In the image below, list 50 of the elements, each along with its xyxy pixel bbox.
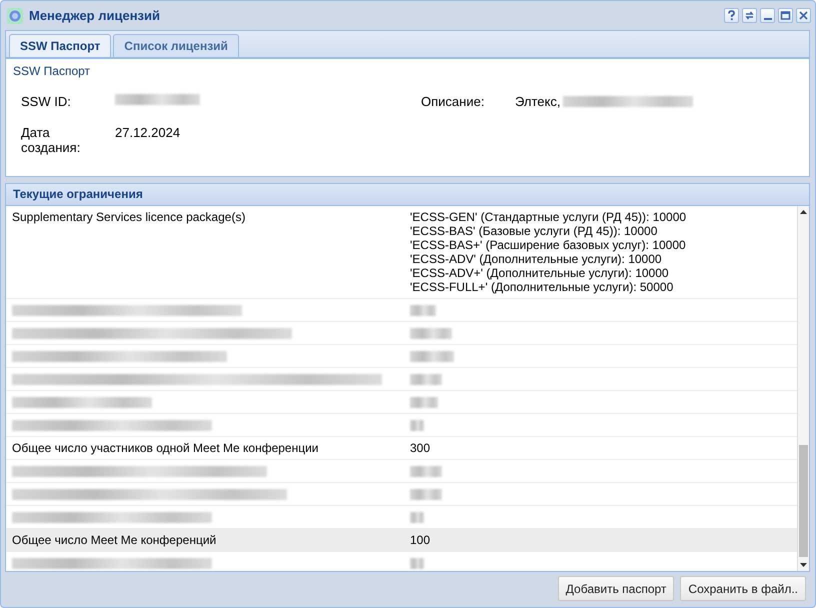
grid-row[interactable]: Общее число участников одной Meet Me конференции 300	[6, 437, 797, 460]
redacted-text	[410, 489, 442, 500]
footer-button[interactable]: Добавить паспорт	[558, 576, 674, 601]
redacted-text	[410, 420, 424, 431]
panel-heading: SSW Паспорт	[13, 64, 92, 78]
close-icon	[798, 10, 809, 21]
table-cell: Supplementary Services licence package(s)	[12, 210, 246, 224]
redacted-text	[410, 328, 452, 339]
scroll-thumb[interactable]	[799, 445, 808, 557]
table-cell-text: 'ECSS-GEN' (Стандартные услуги (РД 45)): 10000	[410, 210, 688, 224]
scrollbar[interactable]	[797, 206, 809, 571]
footer-button[interactable]: Сохранить в файл..	[680, 576, 806, 601]
app-icon	[7, 8, 23, 24]
field-label: Дата создания:	[21, 125, 82, 155]
grid-row[interactable]: Общее число Meet Me конференций 100	[6, 529, 797, 552]
table-cell-text: 300	[410, 441, 432, 455]
table-cell-text: 'ECSS-FULL+' (Дополнительные услуги): 50000	[410, 280, 674, 294]
redacted-text	[410, 397, 438, 408]
table-cell: Общее число участников одной Meet Me конференции	[12, 441, 318, 455]
redacted-text	[410, 466, 442, 477]
tab[interactable]: Список лицензий	[113, 34, 239, 57]
tab[interactable]: SSW Паспорт	[9, 34, 112, 57]
scroll-down-icon[interactable]	[799, 561, 808, 569]
refresh-icon	[744, 10, 755, 21]
field-value: Элтекс,	[515, 94, 560, 109]
window-title: Менеджер лицензий	[29, 8, 161, 23]
maximize-button[interactable]	[778, 8, 793, 23]
field-value: 27.12.2024	[115, 125, 180, 140]
table-cell: Общее число Meet Me конференций	[12, 533, 216, 547]
refresh-button[interactable]	[742, 8, 757, 23]
redacted-text	[410, 351, 454, 362]
help-icon	[726, 10, 737, 21]
redacted-text	[410, 558, 424, 569]
redacted-text	[410, 512, 424, 523]
minimize-icon	[764, 18, 772, 20]
redacted-text	[410, 305, 436, 316]
table-cell-text: 'ECSS-ADV+' (Дополнительные услуги): 10000	[410, 266, 670, 280]
table-cell-text: 'ECSS-BAS' (Базовые услуги (РД 45)): 10000	[410, 224, 658, 238]
close-button[interactable]	[796, 8, 811, 23]
table-cell-text: 100	[410, 533, 432, 547]
field-label: Описание:	[421, 94, 486, 109]
section-header: Текущие ограничения	[6, 184, 809, 206]
field-label: SSW ID:	[21, 94, 72, 109]
help-button[interactable]	[724, 8, 739, 23]
table-cell-text: 'ECSS-BAS+' (Расширение базовых услуг): 10000	[410, 238, 687, 252]
table-cell-text: 'ECSS-ADV' (Дополнительные услуги): 10000	[410, 252, 663, 266]
minimize-button[interactable]	[760, 8, 775, 23]
maximize-icon	[780, 10, 791, 21]
redacted-text	[410, 374, 442, 385]
scroll-up-icon[interactable]	[799, 208, 808, 216]
